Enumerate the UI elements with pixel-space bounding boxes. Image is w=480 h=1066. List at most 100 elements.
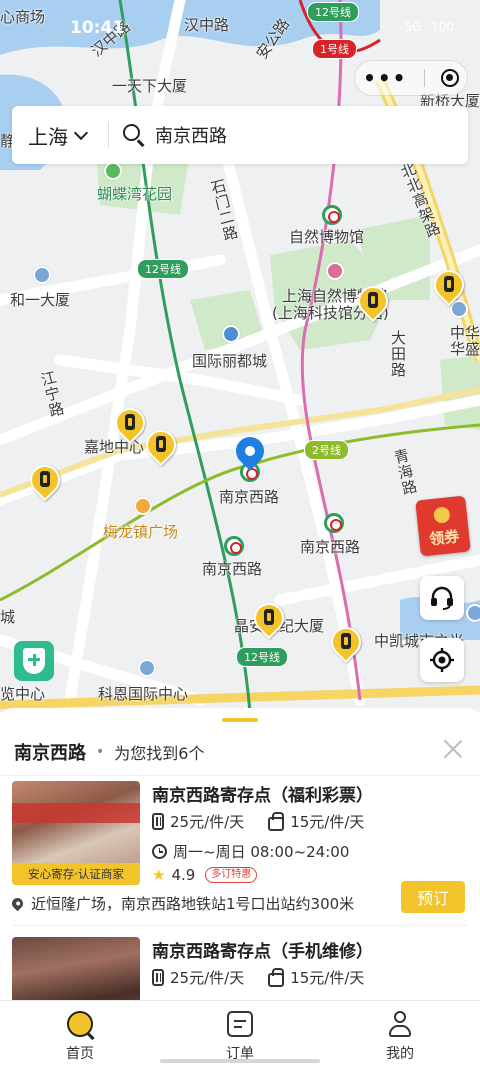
certified-badge: 安心寄存·认证商家	[12, 863, 140, 885]
card-divider	[12, 925, 468, 926]
bag-price: 15元/件/天	[268, 811, 364, 832]
tab-home-label: 首页	[66, 1046, 94, 1062]
coupon-label: 领券	[428, 527, 461, 549]
store-name: 南京西路寄存点（手机维修）	[152, 942, 373, 962]
price-row: 25元/件/天 15元/件/天	[152, 811, 388, 832]
metro-line-tag: 2号线	[304, 440, 349, 460]
store-card[interactable]: 安心寄存·认证商家 南京西路寄存点（福利彩票） 25元/件/天 15元/件/天 …	[0, 781, 480, 937]
clock-icon	[152, 844, 167, 859]
location-pin-icon	[9, 895, 26, 912]
search-icon	[123, 124, 145, 147]
map-label: 蝴蝶湾花园	[97, 185, 173, 203]
locker-pin-icon[interactable]	[351, 279, 395, 326]
store-photo: 安心寄存·认证商家	[12, 781, 140, 885]
safety-button[interactable]	[14, 641, 54, 681]
museum-poi-icon	[326, 262, 344, 280]
tab-home[interactable]: 首页	[0, 1001, 160, 1066]
luggage-icon	[152, 813, 164, 830]
metro-station-icon	[324, 513, 344, 533]
tab-orders[interactable]: 订单	[160, 1001, 320, 1066]
metro-line-tag: 12号线	[137, 259, 189, 279]
bag-icon	[268, 967, 285, 987]
luggage-price: 25元/件/天	[152, 811, 244, 832]
park-poi-icon	[104, 162, 122, 180]
luggage-price: 25元/件/天	[152, 967, 244, 988]
status-time: 10:41	[70, 18, 125, 38]
coupon-button[interactable]: 领券	[415, 495, 471, 557]
locate-me-button[interactable]	[420, 638, 464, 682]
user-icon	[387, 1011, 413, 1037]
search-bar: 上海 南京西路	[12, 106, 468, 164]
capsule-divider	[423, 69, 425, 87]
close-icon[interactable]	[442, 738, 464, 760]
star-icon: ★	[152, 866, 166, 884]
home-indicator	[160, 1059, 320, 1063]
more-menu-icon[interactable]: •••	[363, 66, 407, 90]
panel-header: 南京西路 • 为您找到6个	[0, 728, 480, 776]
rating-row: ★ 4.9 多订特惠	[152, 866, 258, 884]
store-photo-sign	[12, 803, 140, 823]
bag-price: 15元/件/天	[268, 967, 364, 988]
search-input[interactable]: 南京西路	[109, 106, 468, 164]
search-query-text: 南京西路	[155, 126, 227, 147]
map-label: 梅龙镇广场	[103, 523, 179, 541]
locker-pin-icon[interactable]	[139, 423, 183, 470]
chevron-down-icon	[73, 125, 89, 140]
selected-location-pin-icon[interactable]	[230, 431, 270, 479]
bottom-tab-bar: 首页 订单 我的	[0, 1000, 480, 1066]
store-name: 南京西路寄存点（福利彩票）	[152, 786, 373, 806]
luggage-icon	[152, 969, 164, 986]
building-poi-icon	[33, 266, 51, 284]
store-photo	[12, 937, 140, 1000]
hours-row: 周一~周日 08:00~24:00	[152, 841, 349, 862]
map-label: 华盛	[450, 340, 480, 358]
map-label: 南京西路	[219, 488, 280, 506]
address-row: 近恒隆广场，南京西路地铁站1号口出站约300米	[9, 893, 355, 914]
locker-pin-icon[interactable]	[427, 263, 471, 310]
result-count: 为您找到6个	[114, 743, 205, 763]
orders-icon	[227, 1011, 253, 1037]
rating-value: 4.9	[171, 866, 196, 884]
metro-line-tag: 12号线	[236, 647, 288, 667]
store-address: 近恒隆广场，南京西路地铁站1号口出站约300米	[31, 895, 355, 913]
locker-pin-icon[interactable]	[324, 620, 368, 667]
bag-price-text: 15元/件/天	[290, 969, 365, 987]
map-label: 自然博物馆	[289, 228, 365, 246]
store-card[interactable]: 南京西路寄存点（手机维修） 25元/件/天 15元/件/天	[0, 937, 480, 1000]
locker-pin-icon[interactable]	[108, 401, 152, 448]
home-search-icon	[67, 1011, 93, 1037]
map-label: 国际丽都城	[192, 352, 268, 370]
signal-icon: 5G	[404, 20, 422, 34]
headset-icon	[431, 586, 453, 610]
home-poi-icon	[222, 325, 240, 343]
locker-pin-icon[interactable]	[23, 458, 67, 505]
building-poi-icon	[138, 659, 156, 677]
map-label: 和一大厦	[10, 291, 71, 309]
map-label: 南京西路	[202, 560, 263, 578]
locker-pin-icon[interactable]	[247, 596, 291, 643]
tab-me-label: 我的	[386, 1046, 414, 1062]
coupon-seal-icon	[433, 506, 451, 524]
map-label: 一天下大厦	[112, 77, 188, 95]
panel-title: 南京西路	[14, 742, 86, 764]
price-row: 25元/件/天 15元/件/天	[152, 967, 388, 988]
status-bar: 10:41 5G 100	[0, 0, 480, 52]
locate-icon	[430, 648, 454, 672]
book-button[interactable]: 预订	[401, 881, 465, 913]
metro-station-icon	[322, 205, 342, 225]
opening-hours: 周一~周日 08:00~24:00	[173, 843, 350, 861]
map-label: 科恩国际中心	[98, 685, 189, 703]
city-label: 上海	[28, 124, 68, 149]
luggage-price-text: 25元/件/天	[170, 969, 245, 987]
battery-icon: 100	[431, 20, 454, 34]
bag-price-text: 15元/件/天	[290, 813, 365, 831]
city-selector[interactable]: 上海	[12, 121, 108, 150]
panel-drag-handle[interactable]	[222, 718, 258, 722]
metro-station-icon	[224, 536, 244, 556]
customer-service-button[interactable]	[420, 576, 464, 620]
shopping-poi-icon	[134, 497, 152, 515]
close-miniprogram-icon[interactable]	[440, 69, 459, 87]
tab-me[interactable]: 我的	[320, 1001, 480, 1066]
shield-icon	[23, 648, 45, 674]
bag-icon	[268, 811, 285, 831]
